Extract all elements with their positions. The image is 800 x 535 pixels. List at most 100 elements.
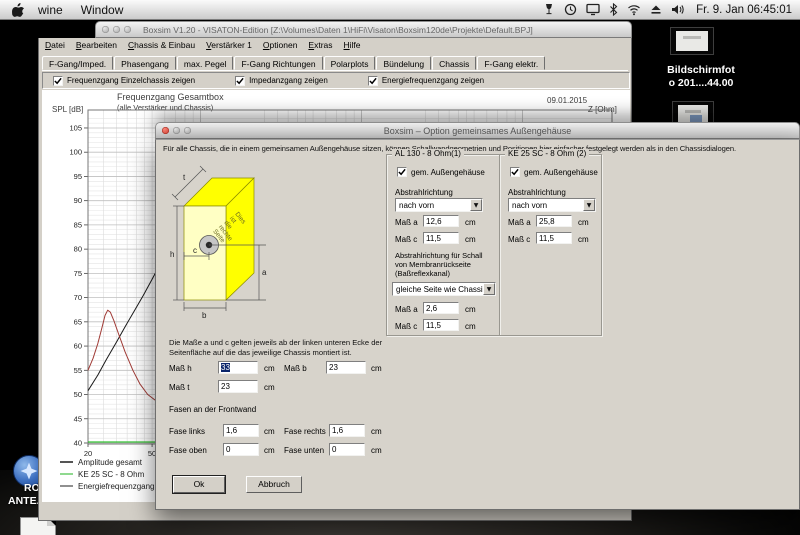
desktop-icon-label[interactable]: Bildschirmfot o 201....44.00 xyxy=(648,64,754,90)
volume-icon[interactable] xyxy=(671,3,685,16)
svg-text:90: 90 xyxy=(74,196,82,205)
ke-mass-a-label: Maß a xyxy=(508,218,531,227)
fase-unten-unit: cm xyxy=(371,446,382,455)
al-rear-mass-a-input[interactable]: 2,6 xyxy=(423,302,459,314)
ke-mass-a-input[interactable]: 25,8 xyxy=(536,215,572,227)
al-direction-select[interactable]: nach vorn ▼ xyxy=(395,198,483,212)
fase-unten-input[interactable]: 0 xyxy=(329,443,365,456)
view-tab[interactable]: Bündelung xyxy=(376,56,432,70)
clock-icon[interactable] xyxy=(564,3,577,16)
chart-option-checkbox[interactable]: Energiefrequenzgang zeigen xyxy=(367,75,484,86)
group-al130: AL 130 - 8 Ohm(1) gem. Außengehäuse Abst… xyxy=(386,149,500,336)
fase-rechts-unit: cm xyxy=(371,427,382,436)
al-rear-mass-c-input[interactable]: 11,5 xyxy=(423,319,459,331)
abbruch-button[interactable]: Abbruch xyxy=(246,476,302,493)
chart-option-checkbox[interactable]: Impedanzgang zeigen xyxy=(235,75,328,86)
svg-text:70: 70 xyxy=(74,293,82,302)
view-tab[interactable]: Polarplots xyxy=(323,56,376,70)
fase-oben-unit: cm xyxy=(264,446,275,455)
mac-menu-item[interactable]: wine xyxy=(38,3,63,17)
al-mass-a-input[interactable]: 12,6 xyxy=(423,215,459,227)
apple-menu[interactable] xyxy=(12,2,24,17)
app-menu-item[interactable]: Optionen xyxy=(263,40,298,50)
wifi-icon[interactable] xyxy=(627,3,641,16)
svg-text:95: 95 xyxy=(74,172,82,181)
close-button[interactable] xyxy=(102,26,109,33)
main-window-titlebar[interactable]: Boxsim V1.20 - VISATON-Edition [Z:\Volum… xyxy=(95,21,632,38)
ke-mass-a-unit: cm xyxy=(578,218,589,227)
al-rear-mass-a-label: Maß a xyxy=(395,305,418,314)
ke-mass-c-label: Maß c xyxy=(508,235,531,244)
app-menu-item[interactable]: Extras xyxy=(308,40,332,50)
menu-extras: Fr. 9. Jan 06:45:01 xyxy=(543,3,800,16)
desktop: Bildschirmfot o 201....44.00 RO ANTE...r… xyxy=(0,0,800,535)
ke-direction-select[interactable]: nach vorn ▼ xyxy=(508,198,596,212)
main-window-title: Boxsim V1.20 - VISATON-Edition [Z:\Volum… xyxy=(143,24,533,35)
dropdown-arrow-icon: ▼ xyxy=(583,199,595,211)
legend-color-swatch xyxy=(60,473,73,475)
mass-h-input[interactable]: 33 xyxy=(218,361,258,374)
view-tab[interactable]: F-Gang elektr. xyxy=(477,56,546,70)
mass-t-unit: cm xyxy=(264,383,275,392)
al-mass-a-label: Maß a xyxy=(395,218,418,227)
app-menubar: Datei Bearbeiten Chassis & Einbau Verstärke… xyxy=(45,40,361,50)
ok-button[interactable]: Ok xyxy=(172,475,226,494)
app-menu-item[interactable]: Chassis & Einbau xyxy=(128,40,195,50)
al-rear-direction-select[interactable]: gleiche Seite wie Chassi ▼ xyxy=(392,282,496,296)
svg-text:45: 45 xyxy=(74,414,82,423)
dim-label-a: a xyxy=(262,268,267,277)
fase-rechts-input[interactable]: 1,6 xyxy=(329,424,365,437)
minimize-button[interactable] xyxy=(113,26,120,33)
al-rear-direction-value: gleiche Seite wie Chassi xyxy=(396,285,483,294)
legend-color-swatch xyxy=(60,485,73,487)
dim-label-t: t xyxy=(183,173,186,182)
mass-t-input[interactable]: 23 xyxy=(218,380,258,393)
fase-oben-input[interactable]: 0 xyxy=(223,443,259,456)
al-mass-c-input[interactable]: 11,5 xyxy=(423,232,459,244)
view-tab[interactable]: F-Gang Richtungen xyxy=(234,56,323,70)
al-direction-label: Abstrahlrichtung xyxy=(395,188,453,197)
app-menu-item[interactable]: Datei xyxy=(45,40,65,50)
checkbox-checked-icon xyxy=(53,75,63,86)
chart-option-checkbox[interactable]: Frequenzgang Einzelchassis zeigen xyxy=(53,75,196,86)
ke-gem-aussengehaeuse-checkbox[interactable]: gem. Außengehäuse xyxy=(510,167,598,177)
ke-direction-label: Abstrahlrichtung xyxy=(508,188,566,197)
mass-b-input[interactable]: 23 xyxy=(326,361,366,374)
apple-icon xyxy=(12,2,24,17)
view-tab[interactable]: Chassis xyxy=(432,56,477,70)
checkbox-label: Frequenzgang Einzelchassis zeigen xyxy=(67,76,196,85)
dim-label-b: b xyxy=(202,311,207,320)
mass-b-unit: cm xyxy=(371,364,382,373)
ke-direction-value: nach vorn xyxy=(512,201,548,210)
fase-links-unit: cm xyxy=(264,427,275,436)
eject-icon[interactable] xyxy=(650,3,662,16)
view-tab[interactable]: max. Pegel xyxy=(176,56,234,70)
menubar-clock: Fr. 9. Jan 06:45:01 xyxy=(696,3,792,16)
checkbox-checked-icon xyxy=(510,167,520,177)
ke-mass-c-input[interactable]: 11,5 xyxy=(536,232,572,244)
view-tab[interactable]: F-Gang/Imped. xyxy=(42,56,114,70)
app-menu-item[interactable]: Bearbeiten xyxy=(76,40,117,50)
fase-links-input[interactable]: 1,6 xyxy=(223,424,259,437)
app-menu-item[interactable]: Verstärker 1 xyxy=(206,40,252,50)
app-menu-item[interactable]: Hilfe xyxy=(344,40,361,50)
zoom-button[interactable] xyxy=(124,26,131,33)
dialog-titlebar[interactable]: Boxsim – Option gemeinsames Außengehäuse xyxy=(155,122,800,139)
dropdown-arrow-icon: ▼ xyxy=(470,199,482,211)
fase-links-label: Fase links xyxy=(169,427,206,436)
display-icon[interactable] xyxy=(586,3,600,16)
desktop-icon-screenshot[interactable] xyxy=(670,27,714,55)
group-al130-title: AL 130 - 8 Ohm(1) xyxy=(392,149,464,158)
svg-text:80: 80 xyxy=(74,245,82,254)
bluetooth-icon[interactable] xyxy=(609,3,618,16)
wine-glass-icon[interactable] xyxy=(543,3,555,16)
checkbox-label: Impedanzgang zeigen xyxy=(249,76,328,85)
mac-menu-item[interactable]: Window xyxy=(81,3,124,17)
view-tab[interactable]: Phasengang xyxy=(114,56,176,70)
dimension-note: Die Maße a und c gelten jeweils ab der l… xyxy=(169,338,383,357)
al-gem-aussengehaeuse-checkbox[interactable]: gem. Außengehäuse xyxy=(397,167,485,177)
svg-text:55: 55 xyxy=(74,366,82,375)
enclosure-illustration: t h c a b DiesistdierechteSeite xyxy=(170,165,267,320)
checkbox-checked-icon xyxy=(235,75,246,86)
svg-text:105: 105 xyxy=(69,123,82,132)
